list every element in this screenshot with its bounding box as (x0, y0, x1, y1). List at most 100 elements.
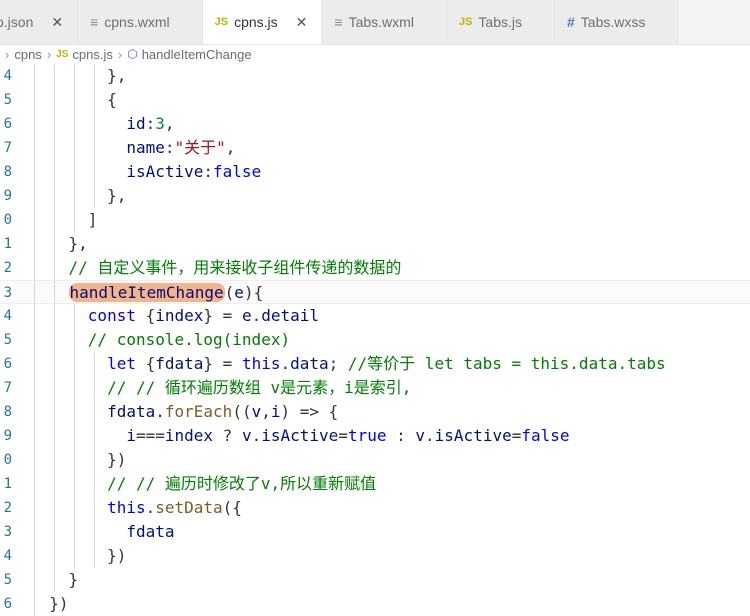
code-token: let (107, 354, 136, 373)
line-number: 4 (3, 308, 12, 324)
code-token: fdata (107, 402, 156, 421)
code-token: }, (30, 234, 88, 253)
code-token: false (521, 426, 570, 445)
code-line[interactable]: 7 // // 循环遍历数组 v是元素，i是索引, (0, 376, 750, 400)
code-token: fdata (126, 522, 175, 541)
tab-o-json[interactable]: o.json ✕ (0, 0, 79, 44)
code-text: // console.log(index) (30, 328, 290, 352)
js-file-icon: JS (214, 16, 229, 28)
code-line[interactable]: 2 this.setData({ (0, 496, 750, 520)
code-line[interactable]: 3 handleItemChange(e){ (0, 280, 750, 305)
code-token: const (87, 306, 136, 325)
code-token: // // 遍历时修改了v,所以重新赋值 (107, 474, 377, 493)
code-token: true (347, 426, 387, 445)
code-line[interactable]: 4 }, (0, 64, 750, 88)
code-line[interactable]: 3 fdata (0, 520, 750, 544)
code-line[interactable]: 2 // 自定义事件，用来接收子组件传递的数据的 (0, 256, 750, 280)
code-token: = (511, 426, 522, 445)
code-token: v (241, 426, 252, 445)
code-line[interactable]: 5 // console.log(index) (0, 328, 750, 352)
tab-cpns-wxml[interactable]: ≡ cpns.wxml (78, 0, 203, 44)
code-line[interactable]: 1 // // 遍历时修改了v,所以重新赋值 (0, 472, 750, 496)
code-line[interactable]: 8 fdata.forEach((v,i) => { (0, 400, 750, 424)
tab-label: Tabs.wxss (580, 14, 646, 30)
line-number: 2 (3, 500, 12, 516)
chevron-right-icon: › (46, 46, 52, 62)
tab-label: cpns.wxml (104, 14, 170, 30)
code-line[interactable]: 6 let {fdata} = this.data; //等价于 let tab… (0, 352, 750, 376)
line-number: 6 (3, 116, 12, 132)
code-token: e (241, 306, 252, 325)
line-number: 0 (3, 212, 12, 228)
close-icon[interactable]: ✕ (51, 14, 63, 31)
code-text: }) (30, 448, 126, 472)
code-line[interactable]: 5 } (0, 568, 750, 592)
code-text: }, (30, 64, 126, 88)
code-text: }, (30, 232, 88, 256)
code-text: // 自定义事件，用来接收子组件传递的数据的 (30, 256, 402, 280)
code-line[interactable]: 6 id:3, (0, 112, 750, 136)
chevron-right-icon: › (5, 46, 10, 62)
tab-cpns-js[interactable]: JS cpns.js ✕ (202, 0, 323, 44)
line-number: 1 (3, 476, 12, 492)
code-line[interactable]: 8 isActive:false (0, 160, 750, 184)
code-text: } (30, 568, 79, 592)
tab-tabs-js[interactable]: JS Tabs.js (446, 0, 555, 44)
code-line[interactable]: 4 const {index} = e.detail (0, 304, 750, 328)
code-editor[interactable]: 4 }, 5 {6 id:3, 7 name:"关于", 8 isActive:fal… (0, 64, 750, 616)
code-line[interactable]: 1 }, (0, 232, 750, 256)
code-token: , (164, 114, 175, 133)
code-text: fdata.forEach((v,i) => { (30, 400, 338, 424)
line-number: 0 (3, 452, 12, 468)
line-number: 7 (3, 380, 12, 396)
code-line[interactable]: 5 { (0, 88, 750, 112)
line-number: 1 (3, 236, 12, 252)
code-text: ] (30, 208, 98, 232)
line-number: 4 (3, 68, 12, 84)
code-token: // 自定义事件，用来接收子组件传递的数据的 (68, 258, 402, 277)
code-token: isActive (434, 426, 512, 445)
close-icon[interactable]: ✕ (296, 14, 308, 31)
line-number: 5 (3, 572, 12, 588)
code-line[interactable]: 9 i===index ? v.isActive=true : v.isActi… (0, 424, 750, 448)
tab-label: Tabs.js (478, 14, 522, 30)
breadcrumb-symbol[interactable]: handleItemChange (142, 47, 252, 62)
breadcrumb-file[interactable]: cpns.js (72, 47, 112, 62)
code-token: === (135, 426, 165, 445)
code-token: ? (213, 426, 242, 445)
tab-tabs-wxml[interactable]: ≡ Tabs.wxml (322, 0, 447, 44)
code-line[interactable]: 4 }) (0, 544, 750, 568)
code-token: , (261, 402, 271, 421)
js-file-icon: JS (458, 16, 473, 28)
code-line[interactable]: 0 ] (0, 208, 750, 232)
code-token: ({ (222, 498, 242, 517)
code-line[interactable]: 9 }, (0, 184, 750, 208)
code-text: i===index ? v.isActive=true : v.isActive… (30, 424, 570, 448)
code-text: { (30, 88, 117, 112)
code-token: . (251, 426, 262, 445)
code-text: this.setData({ (30, 496, 242, 520)
code-token: . (251, 306, 262, 325)
code-text: id:3, (30, 112, 175, 136)
code-text: const {index} = e.detail (30, 304, 319, 328)
code-text: // // 遍历时修改了v,所以重新赋值 (30, 472, 376, 496)
code-text: }) (30, 592, 69, 616)
code-token: }) (30, 594, 69, 613)
line-number: 9 (3, 188, 12, 204)
line-number: 4 (3, 548, 12, 564)
code-line[interactable]: 7 name:"关于", (0, 136, 750, 160)
breadcrumb-folder[interactable]: cpns (14, 47, 41, 62)
code-token: }, (30, 66, 127, 85)
tab-tabs-wxss[interactable]: # Tabs.wxss (554, 0, 679, 44)
code-line[interactable]: 6 }) (0, 592, 750, 616)
line-number: 8 (3, 404, 12, 420)
code-line[interactable]: 0 }) (0, 448, 750, 472)
line-number: 3 (3, 524, 12, 540)
code-token: ) => { (280, 402, 339, 421)
